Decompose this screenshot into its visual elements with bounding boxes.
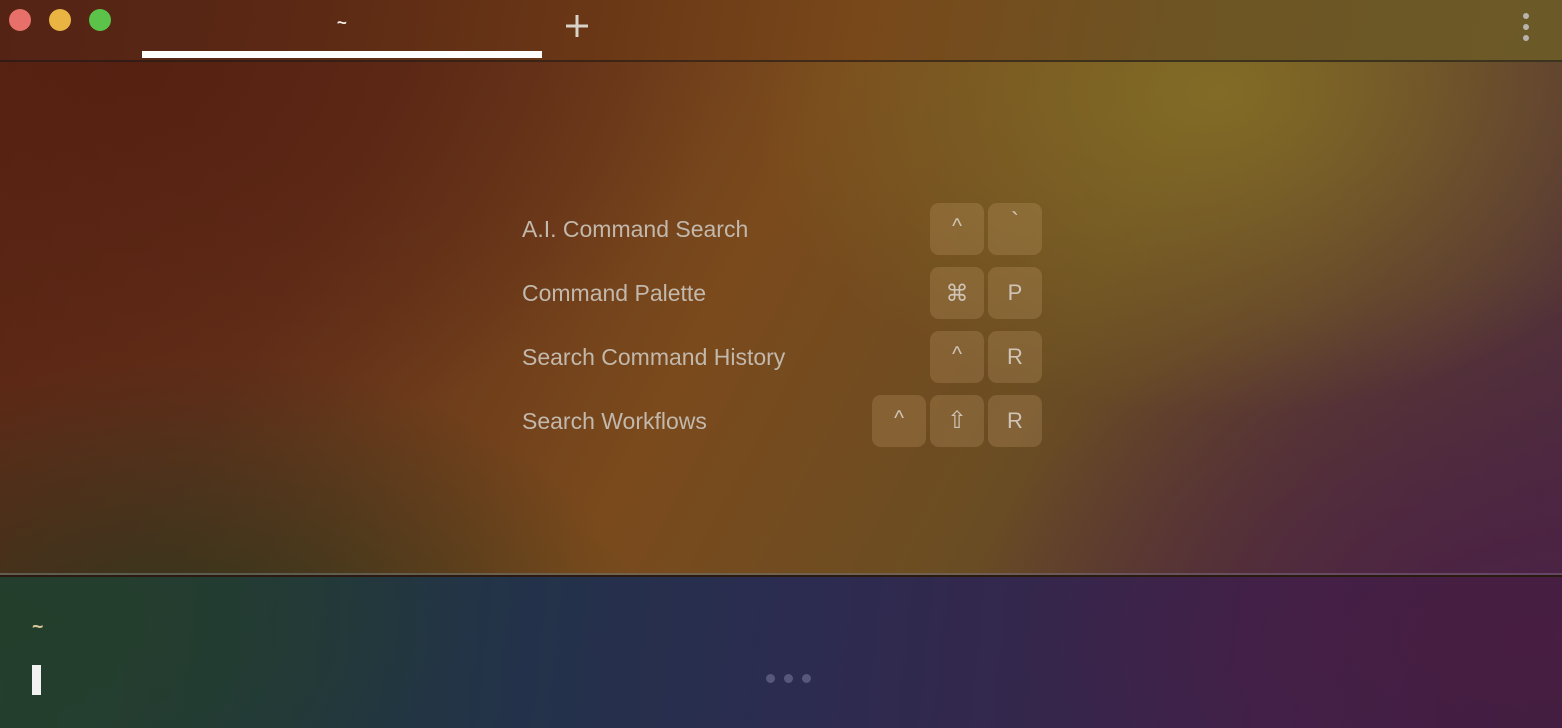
command-key[interactable]: ⌘ (930, 267, 984, 319)
hint-row[interactable]: Search Workflows ^ ⇧ R (522, 389, 1042, 453)
hints-pane: A.I. Command Search ^ ` Command Palette … (0, 62, 1562, 575)
loading-dot-icon (766, 674, 775, 683)
hint-keys: ^ ` (930, 203, 1042, 255)
maximize-window-button[interactable] (89, 9, 111, 31)
hint-label: A.I. Command Search (522, 215, 749, 242)
terminal-pane[interactable] (0, 577, 1562, 728)
r-key[interactable]: R (988, 331, 1042, 383)
hint-keys: ⌘ P (930, 267, 1042, 319)
shift-key[interactable]: ⇧ (930, 395, 984, 447)
control-key[interactable]: ^ (872, 395, 926, 447)
new-tab-button[interactable] (557, 6, 597, 46)
prompt-symbol: ~ (32, 615, 44, 637)
control-key[interactable]: ^ (930, 203, 984, 255)
p-key[interactable]: P (988, 267, 1042, 319)
tab-strip: ~ (142, 0, 542, 62)
backtick-key[interactable]: ` (988, 203, 1042, 255)
overflow-menu-button[interactable] (1512, 6, 1540, 48)
active-tab-indicator (142, 51, 542, 58)
loading-dot-icon (784, 674, 793, 683)
control-key[interactable]: ^ (930, 331, 984, 383)
shortcut-hints-list: A.I. Command Search ^ ` Command Palette … (522, 197, 1042, 453)
hint-row[interactable]: Search Command History ^ R (522, 325, 1042, 389)
r-key[interactable]: R (988, 395, 1042, 447)
hint-keys: ^ ⇧ R (872, 395, 1042, 447)
hint-keys: ^ R (930, 331, 1042, 383)
hint-label: Search Command History (522, 343, 786, 370)
loading-dots-indicator (766, 674, 811, 683)
tab-home[interactable]: ~ (142, 0, 542, 62)
terminal-window: ~ A.I. Command Search ^ ` Command Palett… (0, 0, 1562, 728)
text-cursor (32, 665, 41, 695)
close-window-button[interactable] (9, 9, 31, 31)
kebab-dot-icon (1523, 35, 1529, 41)
hint-row[interactable]: A.I. Command Search ^ ` (522, 197, 1042, 261)
tab-label: ~ (336, 13, 348, 32)
hint-label: Search Workflows (522, 407, 707, 434)
loading-dot-icon (802, 674, 811, 683)
kebab-dot-icon (1523, 13, 1529, 19)
minimize-window-button[interactable] (49, 9, 71, 31)
kebab-dot-icon (1523, 24, 1529, 30)
title-bar: ~ (0, 0, 1562, 62)
hint-row[interactable]: Command Palette ⌘ P (522, 261, 1042, 325)
window-controls (9, 9, 111, 31)
hint-label: Command Palette (522, 279, 707, 306)
